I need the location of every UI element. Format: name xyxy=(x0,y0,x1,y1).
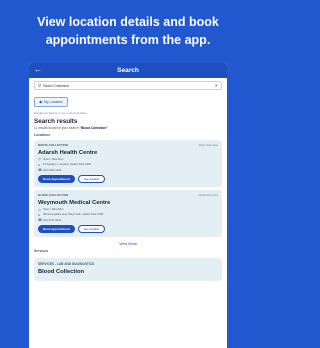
search-value: Blood Collection xyxy=(43,83,70,88)
results-title: Search results xyxy=(34,118,78,125)
location-distance: 12 km from here xyxy=(198,193,218,197)
services-label: Services xyxy=(34,249,48,254)
search-content: ⚲ Blood Collection ✕ ◉ My Location Resul… xyxy=(29,78,227,282)
service-category: SERVICES - LAB AND DIAGNOSTICS xyxy=(38,262,95,267)
address-row: ● 12 Agway Ln, Angami, Nation Park 2000 xyxy=(38,163,218,167)
location-type: NORTH COLLECTION xyxy=(38,143,68,147)
see-details-button[interactable]: See Details xyxy=(77,175,106,184)
map-pin-icon: ● xyxy=(38,162,40,167)
location-address: 12 Agway Ln, Angami, Nation Park 2000 xyxy=(43,163,92,167)
location-phone[interactable]: (02) 9473 4212 xyxy=(43,219,61,222)
phone-icon: ☎ xyxy=(38,168,43,173)
location-note: Results are based on your current locati… xyxy=(34,111,87,115)
service-name: Blood Collection xyxy=(38,269,85,276)
location-name[interactable]: Weymouth Medical Centre xyxy=(38,200,218,206)
location-card: NORTH COLLECTION 10 km from here Adarsh … xyxy=(34,140,222,188)
book-appointment-button[interactable]: Book Appointment xyxy=(38,225,75,234)
back-arrow-icon[interactable]: ← xyxy=(34,65,42,75)
my-location-label: My Location xyxy=(44,99,63,104)
service-card[interactable]: SERVICES - LAB AND DIAGNOSTICS Blood Col… xyxy=(34,258,222,282)
phone-row: ☎ (02) 9400 1422 xyxy=(38,168,218,172)
location-type: BLOOD COLLECTION xyxy=(38,193,69,198)
location-hours: Open • 8am-5pm xyxy=(43,208,64,212)
app-bar: ← Search xyxy=(29,63,227,78)
location-distance: 10 km from here xyxy=(198,143,218,147)
results-query: "Blood Collection" xyxy=(79,126,108,130)
headline: View location details and book appointme… xyxy=(37,15,219,47)
hours-row: ◷ Open • 8am-5pm xyxy=(38,208,218,212)
hours-row: ◷ Open • 8am-5pm xyxy=(38,157,218,161)
clock-icon: ◷ xyxy=(38,157,41,162)
clear-search-icon[interactable]: ✕ xyxy=(215,83,218,88)
book-appointment-button[interactable]: Book Appointment xyxy=(38,175,75,184)
location-address: 309 Evangeline Hwy Weymouth, Nation Park… xyxy=(43,213,104,217)
location-hours: Open • 8am-5pm xyxy=(43,157,64,161)
phone-icon: ☎ xyxy=(38,218,43,223)
results-count: 11 results found for your search "Blood … xyxy=(34,126,222,130)
my-location-button[interactable]: ◉ My Location xyxy=(34,96,68,107)
app-bar-title: Search xyxy=(117,67,139,74)
location-name[interactable]: Adarsh Health Centre xyxy=(38,150,218,156)
see-details-button[interactable]: See Details xyxy=(77,225,106,234)
results-count-text: 11 results found for your search xyxy=(34,126,80,130)
location-pin-icon: ◉ xyxy=(39,99,43,104)
locations-label: Locations xyxy=(34,133,51,137)
location-card: BLOOD COLLECTION 12 km from here Weymout… xyxy=(34,190,222,238)
phone-row: ☎ (02) 9473 4212 xyxy=(38,218,218,222)
app-screen: ← Search ⚲ Blood Collection ✕ ◉ My Locat… xyxy=(29,63,227,348)
map-pin-icon: ● xyxy=(38,212,40,217)
search-input[interactable]: ⚲ Blood Collection ✕ xyxy=(34,81,222,90)
search-icon: ⚲ xyxy=(38,82,42,88)
location-phone[interactable]: (02) 9400 1422 xyxy=(43,169,61,172)
address-row: ● 309 Evangeline Hwy Weymouth, Nation Pa… xyxy=(38,213,218,217)
view-more-link[interactable]: View More xyxy=(34,242,222,246)
clock-icon: ◷ xyxy=(38,207,41,212)
